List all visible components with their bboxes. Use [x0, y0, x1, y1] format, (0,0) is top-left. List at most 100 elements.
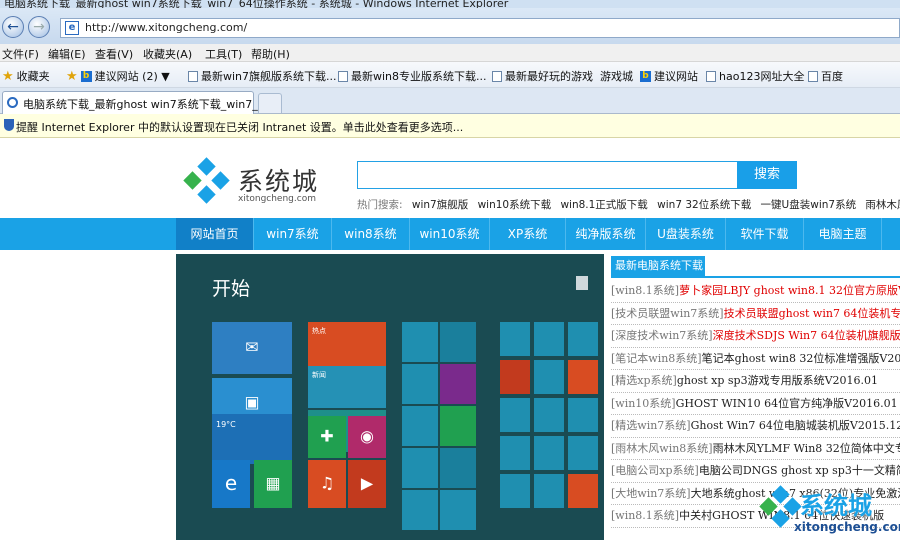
address-url[interactable]: http://www.xitongcheng.com/ — [85, 21, 247, 34]
tile-app — [402, 322, 438, 362]
tile-app — [534, 360, 564, 394]
logo-diamond — [183, 171, 202, 190]
fav-item-win7[interactable]: 最新win7旗舰版系统下载... — [188, 68, 337, 84]
logo-text: 系统城 — [238, 167, 320, 196]
address-bar[interactable]: e http://www.xitongcheng.com/ — [60, 18, 900, 38]
hot-keyword[interactable]: win7 32位系统下载 — [657, 199, 751, 211]
news-item[interactable]: [笔记本win8系统]笔记本ghost win8 32位标准增强版V2016.0 — [611, 348, 900, 370]
news-item[interactable]: [技术员联盟win7系统]技术员联盟ghost win7 64位装机专业 — [611, 303, 900, 325]
news-item[interactable]: [电脑公司xp系统]电脑公司DNGS ghost xp sp3十一文精简版V — [611, 460, 900, 483]
menu-help[interactable]: 帮助(H) — [251, 46, 290, 62]
news-title[interactable]: 笔记本ghost win8 32位标准增强版V2016.0 — [702, 352, 900, 365]
menu-favorites[interactable]: 收藏夹(A) — [143, 46, 192, 62]
news-title[interactable]: 技术员联盟ghost win7 64位装机专业 — [724, 307, 900, 320]
hot-keyword[interactable]: 雨林木风win7旗舰版 — [865, 199, 900, 211]
fav-item-suggested-2[interactable]: b 建议网站 — [640, 68, 698, 84]
news-item[interactable]: [精选xp系统]ghost xp sp3游戏专用版系统V2016.01 — [611, 370, 900, 393]
news-title[interactable]: 深度技术SDJS Win7 64位装机旗舰版V2 — [713, 329, 900, 342]
favorites-button[interactable]: ★ 收藏夹 — [2, 68, 50, 84]
news-category[interactable]: [雨林木风win8系统] — [611, 442, 713, 455]
fav-item-suggested[interactable]: ★ b 建议网站 (2) ▼ — [66, 68, 170, 84]
news-item[interactable]: [精选win7系统]Ghost Win7 64位电脑城装机版V2015.12 — [611, 415, 900, 438]
news-category[interactable]: [技术员联盟win7系统] — [611, 307, 724, 320]
tile-weather: 19°C — [212, 414, 292, 464]
menu-view[interactable]: 查看(V) — [95, 46, 133, 62]
nav-software[interactable]: 软件下载 — [726, 218, 804, 250]
search-button[interactable]: 搜索 — [737, 161, 797, 189]
new-tab-button[interactable] — [258, 93, 282, 113]
news-title[interactable]: GHOST WIN10 64位官方纯净版V2016.01 — [676, 397, 898, 410]
tile-app — [500, 322, 530, 356]
hot-keyword[interactable]: 一键U盘装win7系统 — [761, 199, 857, 211]
news-category[interactable]: [深度技术win7系统] — [611, 329, 713, 342]
star-icon: ★ — [2, 68, 14, 84]
fav-item-hao123[interactable]: hao123网址大全 — [706, 68, 804, 84]
tile-app — [402, 364, 438, 404]
nav-themes[interactable]: 电脑主题 — [804, 218, 882, 250]
bing-icon: b — [80, 70, 92, 82]
nav-win7[interactable]: win7系统 — [254, 218, 332, 250]
news-category[interactable]: [电脑公司xp系统] — [611, 464, 699, 477]
news-category[interactable]: [精选win7系统] — [611, 419, 691, 432]
tile-hot-label: 热点 — [312, 327, 326, 335]
news-item[interactable]: [win8.1系统]萝卜家园LBJY ghost win8.1 32位官方原版V… — [611, 280, 900, 303]
watermark-diamond — [783, 497, 802, 516]
site-logo[interactable]: 系统城 xitongcheng.com — [182, 157, 342, 210]
info-bar[interactable]: 提醒 Internet Explorer 中的默认设置现在已关闭 Intrane… — [0, 114, 900, 138]
headphones-icon: ♫ — [319, 473, 335, 493]
win8-start-label: 开始 — [212, 278, 251, 300]
hot-keyword[interactable]: win8.1正式版下载 — [560, 199, 647, 211]
menu-bar: 文件(F) 编辑(E) 查看(V) 收藏夹(A) 工具(T) 帮助(H) — [0, 44, 900, 62]
news-category[interactable]: [大地win7系统] — [611, 487, 691, 500]
back-arrow-icon[interactable]: ← — [2, 16, 24, 38]
browser-nav-row: ← → e http://www.xitongcheng.com/ — [0, 8, 900, 44]
news-category[interactable]: [精选xp系统] — [611, 374, 677, 387]
menu-tools[interactable]: 工具(T) — [205, 46, 242, 62]
fav-item-games[interactable]: 最新最好玩的游戏 — [492, 68, 593, 84]
news-title[interactable]: ghost xp sp3游戏专用版系统V2016.01 — [677, 374, 878, 387]
hot-keyword[interactable]: win10系统下载 — [478, 199, 552, 211]
nav-win8[interactable]: win8系统 — [332, 218, 410, 250]
hot-keyword[interactable]: win7旗舰版 — [412, 199, 468, 211]
news-item[interactable]: [深度技术win7系统]深度技术SDJS Win7 64位装机旗舰版V2 — [611, 325, 900, 348]
gamepad-icon: ✚ — [320, 426, 334, 446]
fav-label: 最新win8专业版系统下载... — [351, 70, 487, 83]
fav-item-gamecity[interactable]: 游戏城 — [600, 68, 633, 84]
nav-home[interactable]: 网站首页 — [176, 218, 254, 250]
nav-xp[interactable]: XP系统 — [490, 218, 566, 250]
tab-title: 电脑系统下载_最新ghost win7系统下载_win7_6... — [23, 98, 276, 111]
tile-app — [500, 398, 530, 432]
shield-icon — [4, 119, 14, 131]
win8-screenshot[interactable]: 开始 ✉ ▣ 19°C e ▦ 热点 新闻 ✚ ◉ ♫ ▶ — [176, 254, 604, 540]
news-category[interactable]: [笔记本win8系统] — [611, 352, 702, 365]
tile-store: ▦ — [254, 460, 292, 508]
sidebar-heading: 最新电脑系统下载 — [611, 256, 705, 276]
news-title[interactable]: 电脑公司DNGS ghost xp sp3十一文精简版V — [699, 464, 900, 477]
news-category[interactable]: [win10系统] — [611, 397, 676, 410]
nav-win10[interactable]: win10系统 — [410, 218, 490, 250]
menu-edit[interactable]: 编辑(E) — [48, 46, 86, 62]
nav-pure[interactable]: 纯净版系统 — [566, 218, 646, 250]
menu-file[interactable]: 文件(F) — [2, 46, 39, 62]
news-item[interactable]: [win10系统]GHOST WIN10 64位官方纯净版V2016.01 — [611, 393, 900, 415]
favorites-bar: ★ 收藏夹 ★ b 建议网站 (2) ▼ 最新win7旗舰版系统下载... 最新… — [0, 62, 900, 88]
store-icon: ▦ — [265, 473, 281, 493]
news-title[interactable]: 萝卜家园LBJY ghost win8.1 32位官方原版V2016 — [679, 284, 900, 297]
watermark: 系统城 xitongcheng.com — [759, 485, 900, 540]
news-item[interactable]: [雨林木风win8系统]雨林木风YLMF Win8 32位简体中文专 — [611, 438, 900, 460]
news-title[interactable]: 雨林木风YLMF Win8 32位简体中文专 — [713, 442, 900, 455]
tab-active[interactable]: 电脑系统下载_最新ghost win7系统下载_win7_6... — [2, 91, 275, 114]
fav-item-win8[interactable]: 最新win8专业版系统下载... — [338, 68, 487, 84]
user-avatar-icon — [576, 276, 588, 290]
forward-arrow-icon[interactable]: → — [28, 16, 50, 38]
news-category[interactable]: [win8.1系统] — [611, 284, 679, 297]
add-favorite-icon: ★ — [66, 68, 78, 84]
nav-usb[interactable]: U盘装系统 — [646, 218, 726, 250]
news-category[interactable]: [win8.1系统] — [611, 509, 679, 522]
tile-news-label: 新闻 — [312, 371, 326, 379]
tile-app — [500, 436, 530, 470]
fav-item-baidu[interactable]: 百度 — [808, 68, 843, 84]
logo-diamond — [211, 171, 230, 190]
search-input[interactable] — [357, 161, 738, 189]
news-title[interactable]: Ghost Win7 64位电脑城装机版V2015.12 — [691, 419, 900, 432]
